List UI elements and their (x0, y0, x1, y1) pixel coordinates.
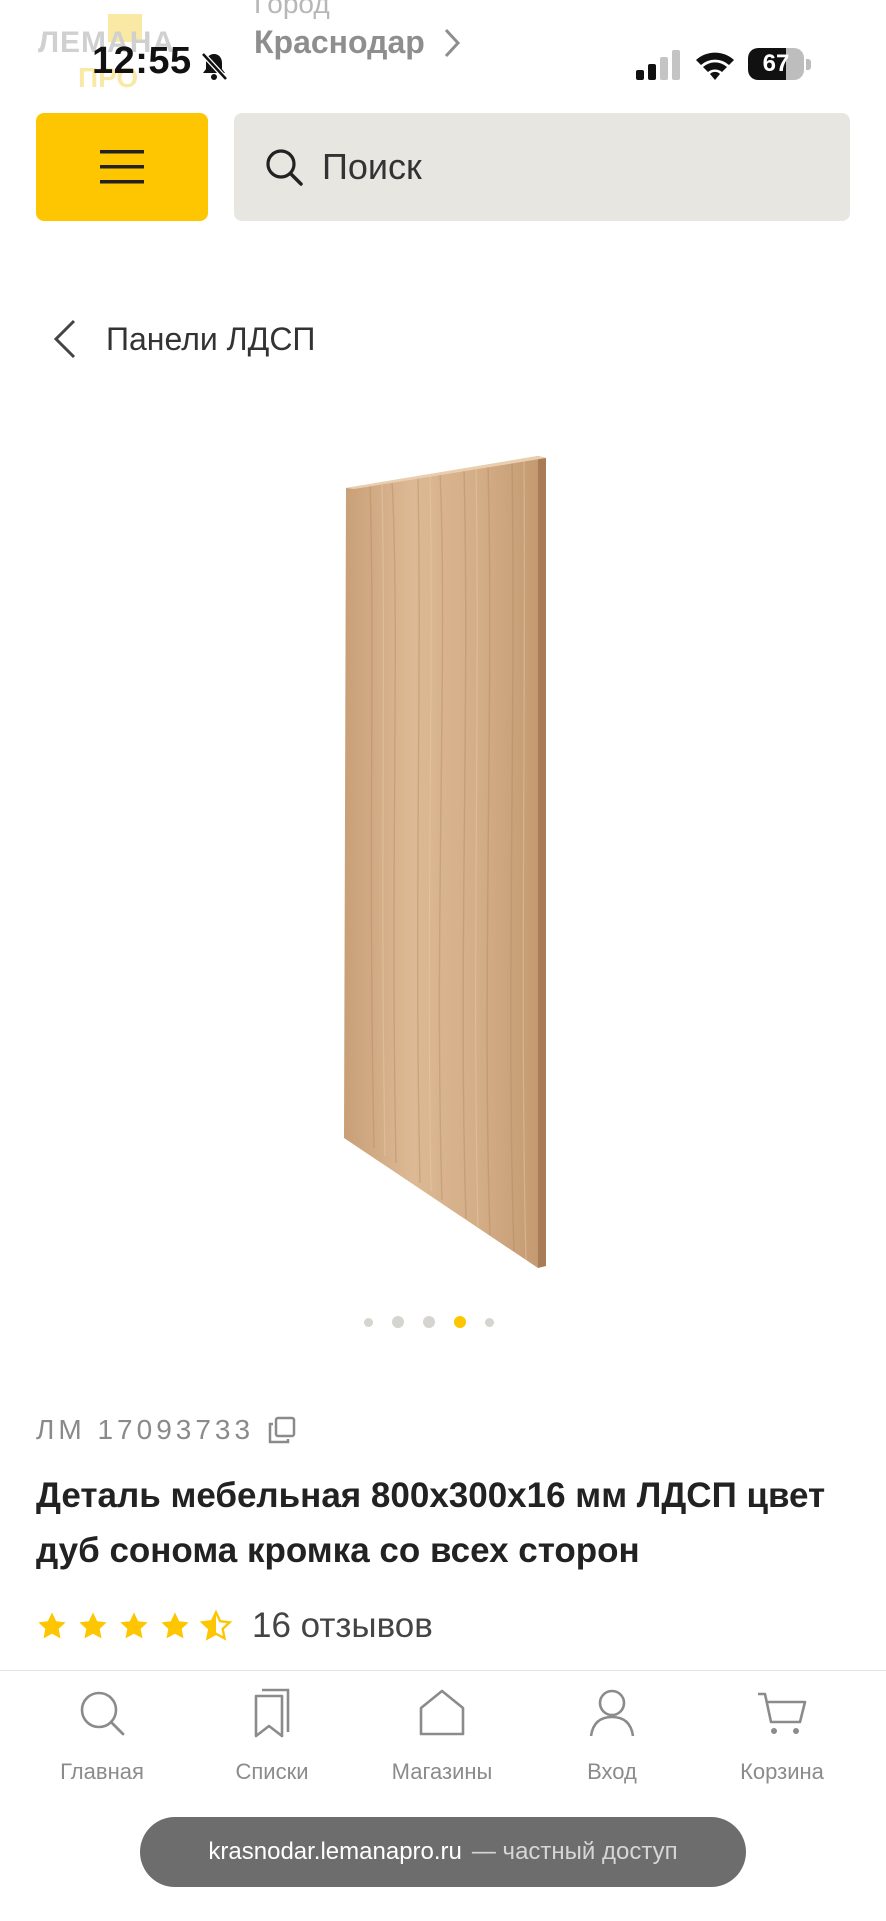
product-sku: ЛМ 17093733 (36, 1414, 296, 1446)
cellular-signal-icon (636, 50, 680, 80)
carousel-dots (364, 1316, 494, 1328)
home-icon (419, 1689, 465, 1736)
carousel-dot[interactable] (485, 1317, 494, 1327)
chevron-right-icon (444, 28, 460, 57)
product-title: Деталь мебельная 800х300х16 мм ЛДСП цвет… (36, 1476, 826, 1570)
nav-label: Главная (60, 1759, 144, 1784)
hamburger-icon (100, 150, 144, 184)
url-bar[interactable]: krasnodar.lemanapro.ru — частный доступ (140, 1817, 746, 1887)
search-icon (266, 149, 303, 186)
star-icon (38, 1612, 66, 1639)
nav-label: Корзина (740, 1759, 824, 1784)
nav-home[interactable]: Главная (27, 1681, 177, 1785)
nav-label: Списки (235, 1759, 309, 1784)
cart-icon (758, 1692, 807, 1734)
breadcrumb[interactable]: Панели ЛДСП (52, 318, 315, 360)
bell-off-icon (201, 52, 228, 81)
carousel-dot-active[interactable] (454, 1316, 466, 1328)
half-star-icon (200, 1610, 232, 1641)
user-icon (589, 1689, 635, 1737)
bookmark-icon (254, 1688, 290, 1738)
carousel-dot[interactable] (364, 1317, 373, 1327)
nav-label: Магазины (391, 1759, 493, 1784)
star-icon (161, 1612, 189, 1639)
city-selector[interactable]: Краснодар (254, 24, 461, 61)
star-icon (120, 1612, 148, 1639)
product-image[interactable] (330, 448, 550, 1274)
copy-icon[interactable] (268, 1416, 296, 1444)
product-rating: 16 отзывов (36, 1606, 433, 1646)
search-input[interactable] (320, 145, 804, 189)
sku-text: ЛМ 17093733 (36, 1414, 255, 1445)
carousel-dot[interactable] (423, 1316, 435, 1328)
url-domain: krasnodar.lemanapro.ru (208, 1838, 462, 1865)
carousel-dot[interactable] (392, 1316, 404, 1328)
nav-lists[interactable]: Списки (197, 1681, 347, 1785)
nav-label: Вход (587, 1759, 637, 1784)
reviews-link[interactable]: 16 отзывов (252, 1606, 433, 1646)
nav-login[interactable]: Вход (537, 1681, 687, 1785)
search-bar[interactable] (234, 113, 850, 221)
private-access-note: — частный доступ (471, 1838, 678, 1865)
nav-cart[interactable]: Корзина (707, 1681, 857, 1785)
menu-button[interactable] (36, 113, 208, 221)
city-label: Город (254, 0, 330, 19)
star-icon (79, 1612, 107, 1639)
breadcrumb-label: Панели ЛДСП (106, 320, 316, 357)
battery-icon: 67 (748, 48, 812, 82)
search-icon (80, 1691, 125, 1736)
battery-percent: 67 (762, 50, 790, 77)
nav-stores[interactable]: Магазины (367, 1681, 517, 1785)
city-name: Краснодар (254, 24, 425, 60)
status-bar: ЛЕМАНА ПРО 12:55 Город Краснодар 67 (0, 0, 886, 100)
rating-stars (36, 1610, 232, 1642)
chevron-left-icon (53, 319, 76, 359)
wifi-icon (696, 52, 734, 80)
status-time: 12:55 (92, 40, 192, 82)
